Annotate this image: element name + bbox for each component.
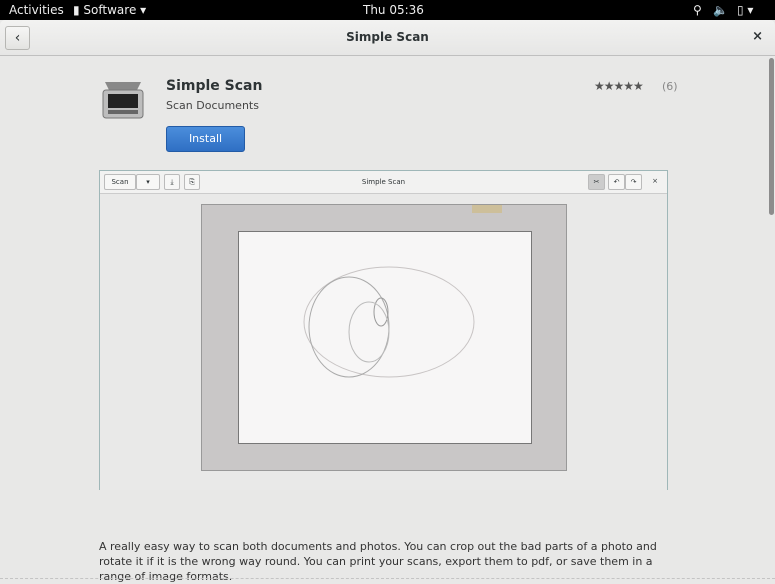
rotate-right-icon: ↷: [625, 174, 642, 190]
battery-icon[interactable]: ▯ ▾: [737, 3, 753, 17]
install-button[interactable]: Install: [166, 126, 245, 152]
header-bar: ‹ Simple Scan ×: [0, 20, 775, 56]
clock[interactable]: Thu 05:36: [363, 3, 424, 17]
divider: [0, 578, 775, 579]
close-icon: ×: [652, 177, 658, 185]
app-screenshot: Scan ▾ ⤓ ⎘ Simple Scan ✂ ↶ ↷ ×: [99, 170, 668, 490]
sketch-drawing: [303, 266, 475, 378]
crop-icon: ✂: [588, 174, 605, 190]
tape-mark: [472, 205, 502, 213]
close-button[interactable]: ×: [752, 29, 763, 44]
window-title: Simple Scan: [346, 30, 429, 44]
top-bar: Activities ▮ Software ▾ Thu 05:36 ⚲ 🔈 ▯ …: [0, 0, 775, 20]
star-rating: ★★★★★: [594, 79, 644, 93]
rotate-left-icon: ↶: [608, 174, 625, 190]
scan-preview: [201, 204, 567, 471]
screenshot-title: Simple Scan: [361, 178, 406, 186]
review-count[interactable]: (6): [662, 80, 678, 93]
app-menu[interactable]: ▮ Software ▾: [73, 3, 146, 17]
activities-button[interactable]: Activities: [9, 3, 64, 17]
network-icon[interactable]: ⚲: [693, 3, 702, 17]
app-summary: Scan Documents: [166, 99, 259, 112]
screenshot-toolbar: Scan ▾ ⤓ ⎘ Simple Scan ✂ ↶ ↷ ×: [100, 171, 667, 194]
app-menu-label: Software: [83, 3, 137, 17]
scanner-app-icon: [102, 82, 144, 119]
scanned-page: [238, 231, 532, 444]
volume-icon[interactable]: 🔈: [713, 3, 728, 17]
app-name: Simple Scan: [166, 78, 263, 94]
scrollbar[interactable]: [769, 58, 774, 215]
shopping-bag-icon: ▮: [73, 3, 84, 17]
